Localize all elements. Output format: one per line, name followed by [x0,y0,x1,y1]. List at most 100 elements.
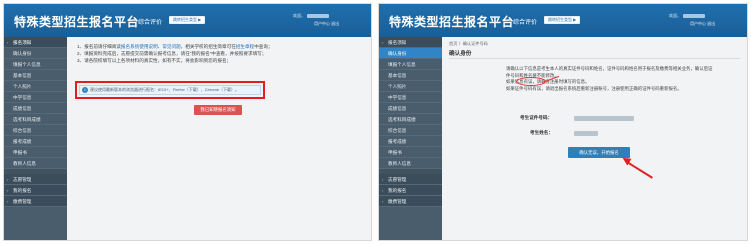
sidebar-item-label: 报名须知 [388,40,407,45]
sidebar-item-label: 基本信息 [13,73,32,78]
sidebar-item[interactable]: 教师人信息 [379,158,442,169]
name-label: 考生姓名： [530,130,553,135]
sidebar-item[interactable]: › 志愿管理 [379,174,442,185]
sidebar-item-label: 基本信息 [388,73,407,78]
right-screenshot-panel: 特殊类型招生报名平台 综合评价 跳转招生类型 ▶ 欢迎， 用户中心 退出 › 报名… [378,3,748,241]
sidebar: › 报名须知确认身份填报个人信息 基本信息个人照片中学信息成绩信息选考科目成绩综合信… [379,37,442,240]
sidebar-item-label: 志愿管理 [13,177,32,182]
site-title: 特殊类型招生报名平台 [389,15,515,29]
user-menu[interactable]: 用户中心 退出 [690,21,715,27]
notice-line-3: 3、请各院校填写以上各项材料的真实性，如有不实，将会影响到您的报名； [77,58,232,63]
switch-type-button[interactable]: 跳转招生类型 ▶ [544,16,581,24]
chevron-right-icon: › [382,188,384,193]
sidebar-item-label: 报考成绩 [388,139,407,144]
sidebar-item[interactable]: 教师人信息 [4,158,67,169]
sidebar-item[interactable]: › 报名须知 [4,37,67,48]
welcome-text: 欢迎， [293,13,329,19]
acknowledge-button[interactable]: 我已知晓报名须知 [194,105,242,115]
sidebar-item[interactable]: 基本信息 [379,70,442,81]
left-screenshot-panel: 特殊类型招生报名平台 综合评价 跳转招生类型 ▶ 欢迎， 用户中心 退出 › 报名… [3,3,372,241]
sidebar-item[interactable]: 中学信息 [4,92,67,103]
title-divider [449,58,740,59]
name-redacted [574,131,598,136]
sidebar-item-label: 选考科目成绩 [388,117,416,122]
faq-link[interactable]: 常见问题 [162,44,180,49]
sidebar-item[interactable]: 基本信息 [4,70,67,81]
sidebar-item-label: 填报个人信息 [388,62,416,67]
chevron-right-icon: › [7,40,9,45]
sidebar-item[interactable]: 报考成绩 [4,136,67,147]
chevron-right-icon: › [382,199,384,204]
red-highlight-box [75,81,265,99]
top-header: 特殊类型招生报名平台 综合评价 跳转招生类型 ▶ 欢迎， 用户中心 退出 [379,4,747,37]
sidebar-item-label: 中学信息 [13,95,32,100]
sidebar: › 报名须知确认身份填报个人信息基本信息个人照片中学信息成绩信息选考科目成绩 综合信… [4,37,67,240]
id-number-label: 考生证件号码： [520,115,553,120]
sidebar-item-label: 教师人信息 [13,161,36,166]
sidebar-item[interactable]: 确认身份 [4,48,67,59]
sidebar-item-label: 确认身份 [388,51,407,56]
sidebar-item[interactable]: 选考科目成绩 [4,114,67,125]
sidebar-item[interactable]: 成绩信息 [379,103,442,114]
admission-rules-link[interactable]: 招生章程 [236,44,254,49]
sidebar-item[interactable]: 填报个人信息 [379,59,442,70]
sidebar-item[interactable]: 个人照片 [379,81,442,92]
username-redacted [307,13,329,18]
user-menu[interactable]: 用户中心 退出 [314,21,339,27]
switch-type-button[interactable]: 跳转招生类型 ▶ [169,16,206,24]
sidebar-item-label: 志愿管理 [388,177,407,182]
chevron-right-icon: › [7,188,9,193]
sidebar-item[interactable]: 申报书 [379,147,442,158]
sidebar-item[interactable]: 成绩信息 [4,103,67,114]
notice-line-2: 2、填报资料完成后，志愿提交前需确认报考信息，请在“我的报名”中查看，并按照要求… [77,51,267,56]
sidebar-item-label: 报名须知 [13,40,32,45]
sidebar-item[interactable]: 选考科目成绩 [379,114,442,125]
page-title: 确认身份 [449,51,472,57]
welcome-text: 欢迎， [669,13,705,19]
sidebar-item[interactable]: 综合信息 [379,125,442,136]
site-title: 特殊类型招生报名平台 [14,15,140,29]
sidebar-item-label: 教师人信息 [388,161,411,166]
sidebar-item[interactable]: › 我的报名 [379,185,442,196]
chevron-right-icon: › [382,177,384,182]
top-header: 特殊类型招生报名平台 综合评价 跳转招生类型 ▶ 欢迎， 用户中心 退出 [4,4,371,37]
sidebar-item-label: 中学信息 [388,95,407,100]
sidebar-item-label: 确认身份 [13,51,32,56]
sidebar-item[interactable]: 填报个人信息 [4,59,67,70]
sidebar-item-label: 综合信息 [13,128,32,133]
confirm-start-button[interactable]: 确认无误，开始报名 [568,147,630,158]
sidebar-item-label: 缴费管理 [388,199,407,204]
main-content: 首页 〉确认证件号码 确认身份 请确认以下信息是考生本人的真实证件号码和姓名。证… [442,37,747,240]
notice-line-1: 1、报名前请仔细阅读报名系统使用说明、常见问题，相关学校的招生简章可在招生章程中… [77,44,273,49]
chevron-right-icon: › [7,177,9,182]
comprehensive-eval-link[interactable]: 综合评价 [513,17,537,26]
sidebar-item-label: 成绩信息 [388,106,407,111]
sidebar-item-label: 选考科目成绩 [13,117,41,122]
sidebar-item[interactable]: 中学信息 [379,92,442,103]
chevron-right-icon: › [7,199,9,204]
sidebar-item-label: 报考成绩 [13,139,32,144]
sidebar-item[interactable]: 综合信息 [4,125,67,136]
sidebar-item[interactable]: › 志愿管理 [4,174,67,185]
chevron-right-icon: › [382,40,384,45]
main-content: 1、报名前请仔细阅读报名系统使用说明、常见问题，相关学校的招生简章可在招生章程中… [67,37,371,240]
sidebar-item[interactable]: › 报名须知 [379,37,442,48]
sidebar-item-label: 我的报名 [388,188,407,193]
sidebar-item[interactable]: 个人照片 [4,81,67,92]
sidebar-item-label: 个人照片 [388,84,407,89]
usage-guide-link[interactable]: 报名系统使用说明 [121,44,158,49]
sidebar-item[interactable]: › 我的报名 [4,185,67,196]
sidebar-item-label: 个人照片 [13,84,32,89]
sidebar-item[interactable]: 申报书 [4,147,67,158]
red-arrow-annotation [626,161,653,179]
comprehensive-eval-link[interactable]: 综合评价 [138,17,162,26]
sidebar-item[interactable]: 确认身份 [379,48,442,59]
sidebar-item-label: 我的报名 [13,188,32,193]
sidebar-item[interactable]: › 缴费管理 [379,196,442,207]
sidebar-item-label: 缴费管理 [13,199,32,204]
sidebar-item[interactable]: 报考成绩 [379,136,442,147]
id-number-redacted [574,116,634,121]
breadcrumb[interactable]: 首页 〉确认证件号码 [449,41,488,47]
sidebar-item[interactable]: › 缴费管理 [4,196,67,207]
username-redacted [683,13,705,18]
